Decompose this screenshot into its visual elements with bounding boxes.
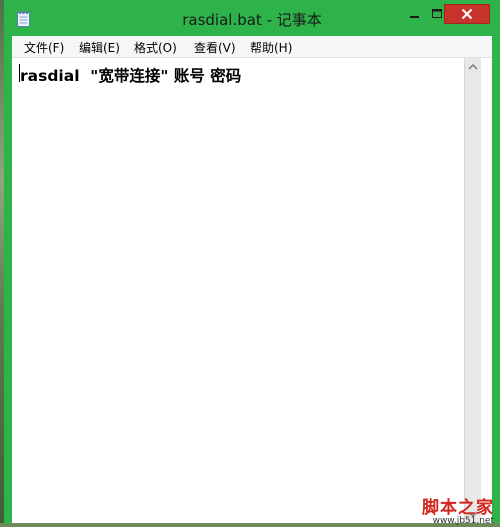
notepad-window: rasdial.bat - 记事本 文件(F) 编辑(E) 格式(O) 查看(V…: [4, 0, 500, 526]
menu-edit[interactable]: 编辑(E): [79, 39, 120, 56]
menu-view[interactable]: 查看(V): [194, 39, 236, 56]
menu-bar: 文件(F) 编辑(E) 格式(O) 查看(V) 帮助(H): [12, 36, 492, 58]
title-bar[interactable]: rasdial.bat - 记事本: [4, 0, 500, 36]
menu-format[interactable]: 格式(O): [134, 39, 177, 56]
scroll-up-button[interactable]: [465, 58, 481, 75]
site-watermark: 脚本之家 www.jb51.net: [384, 493, 494, 526]
watermark-url: www.jb51.net: [432, 516, 494, 526]
vertical-scrollbar[interactable]: [464, 58, 481, 523]
close-icon: [461, 8, 473, 20]
minimize-button[interactable]: [402, 4, 426, 24]
watermark-text: 脚本之家: [422, 498, 494, 518]
text-editor-area[interactable]: rasdial "宽带连接" 账号 密码: [12, 58, 492, 523]
minimize-icon: [410, 16, 419, 18]
close-button[interactable]: [444, 4, 490, 24]
chevron-up-icon: [468, 63, 478, 70]
editor-content[interactable]: rasdial "宽带连接" 账号 密码: [20, 64, 241, 86]
menu-file[interactable]: 文件(F): [24, 39, 64, 56]
menu-help[interactable]: 帮助(H): [250, 39, 292, 56]
